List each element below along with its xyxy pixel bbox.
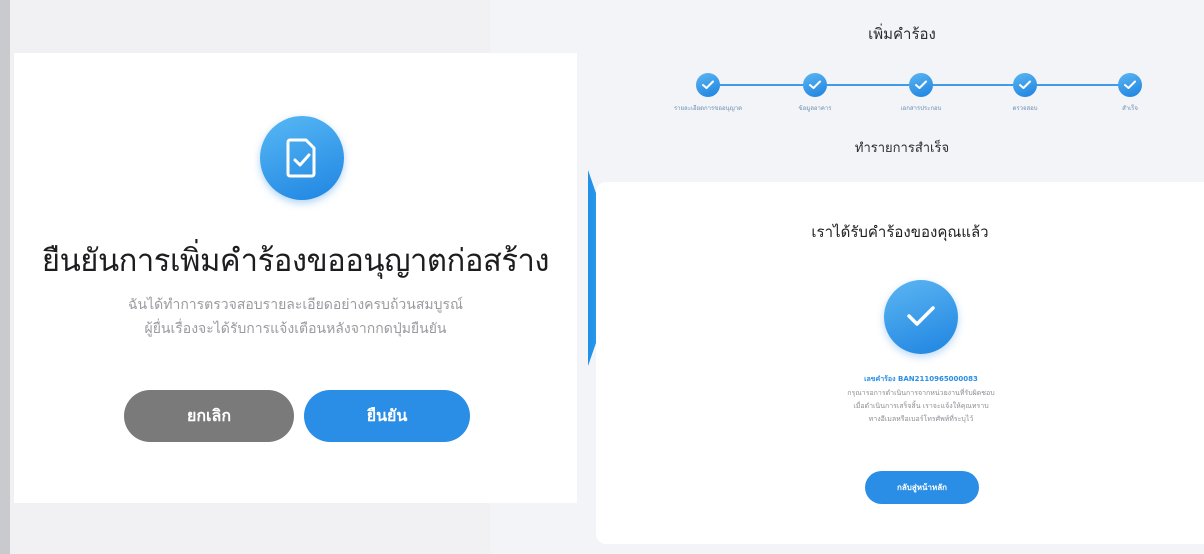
document-check-icon [260,116,344,200]
status-text: ทำรายการสำเร็จ [854,141,950,156]
dialog-description: ฉันได้ทำการตรวจสอบรายละเอียดอย่างครบถ้วน… [74,293,517,341]
step-1: รายละเอียดการขออนุญาต [648,70,768,113]
note-line: เมื่อดำเนินการเสร็จสิ้น เราจะแจ้งให้คุณท… [853,402,989,410]
step-check-icon [1118,73,1142,97]
step-label: รายละเอียดการขออนุญาต [673,105,743,112]
cancel-button[interactable]: ยกเลิก [124,390,294,442]
step-check-icon [803,73,827,97]
step-label: สำเร็จ [1122,105,1138,112]
step-5: สำเร็จ [1070,70,1190,113]
step-label: เอกสารประกอบ [900,105,942,112]
success-note: กรุณารอการดำเนินการจากหน่วยงานที่รับผิดช… [786,387,1056,426]
step-3: เอกสารประกอบ [861,70,981,113]
step-4: ตรวจสอบ [965,70,1085,113]
step-label: ตรวจสอบ [1012,105,1038,112]
progress-stepper: รายละเอียดการขออนุญาต ข้อมูลอาคาร เอกสาร… [650,70,1170,130]
check-icon [884,280,958,354]
reference-number: เลขคำร้อง BAN2110965000083 [864,375,978,383]
dialog-description-line: ฉันได้ทำการตรวจสอบรายละเอียดอย่างครบถ้วน… [127,297,464,313]
confirm-dialog: ยืนยันการเพิ่มคำร้องขออนุญาตก่อสร้าง ฉัน… [14,53,577,503]
step-check-icon [1013,73,1037,97]
back-to-home-button[interactable]: กลับสู่หน้าหลัก [865,471,979,504]
success-card: เราได้รับคำร้องของคุณแล้ว เลขคำร้อง BAN2… [596,182,1204,544]
note-line: กรุณารอการดำเนินการจากหน่วยงานที่รับผิดช… [847,389,995,397]
success-heading: เราได้รับคำร้องของคุณแล้ว [811,223,989,241]
page-title: เพิ่มคำร้อง [868,25,936,43]
step-2: ข้อมูลอาคาร [755,70,875,113]
dialog-title: ยืนยันการเพิ่มคำร้องขออนุญาตก่อสร้าง [41,243,550,279]
step-label: ข้อมูลอาคาร [798,105,832,112]
step-check-icon [909,73,933,97]
left-edge-bar [0,0,10,554]
note-line: ทางอีเมลหรือเบอร์โทรศัพท์ที่ระบุไว้ [868,415,974,423]
confirm-button[interactable]: ยืนยัน [304,390,470,442]
dialog-description-line: ผู้ยื่นเรื่องจะได้รับการแจ้งเตือนหลังจาก… [144,321,447,337]
step-check-icon [696,73,720,97]
